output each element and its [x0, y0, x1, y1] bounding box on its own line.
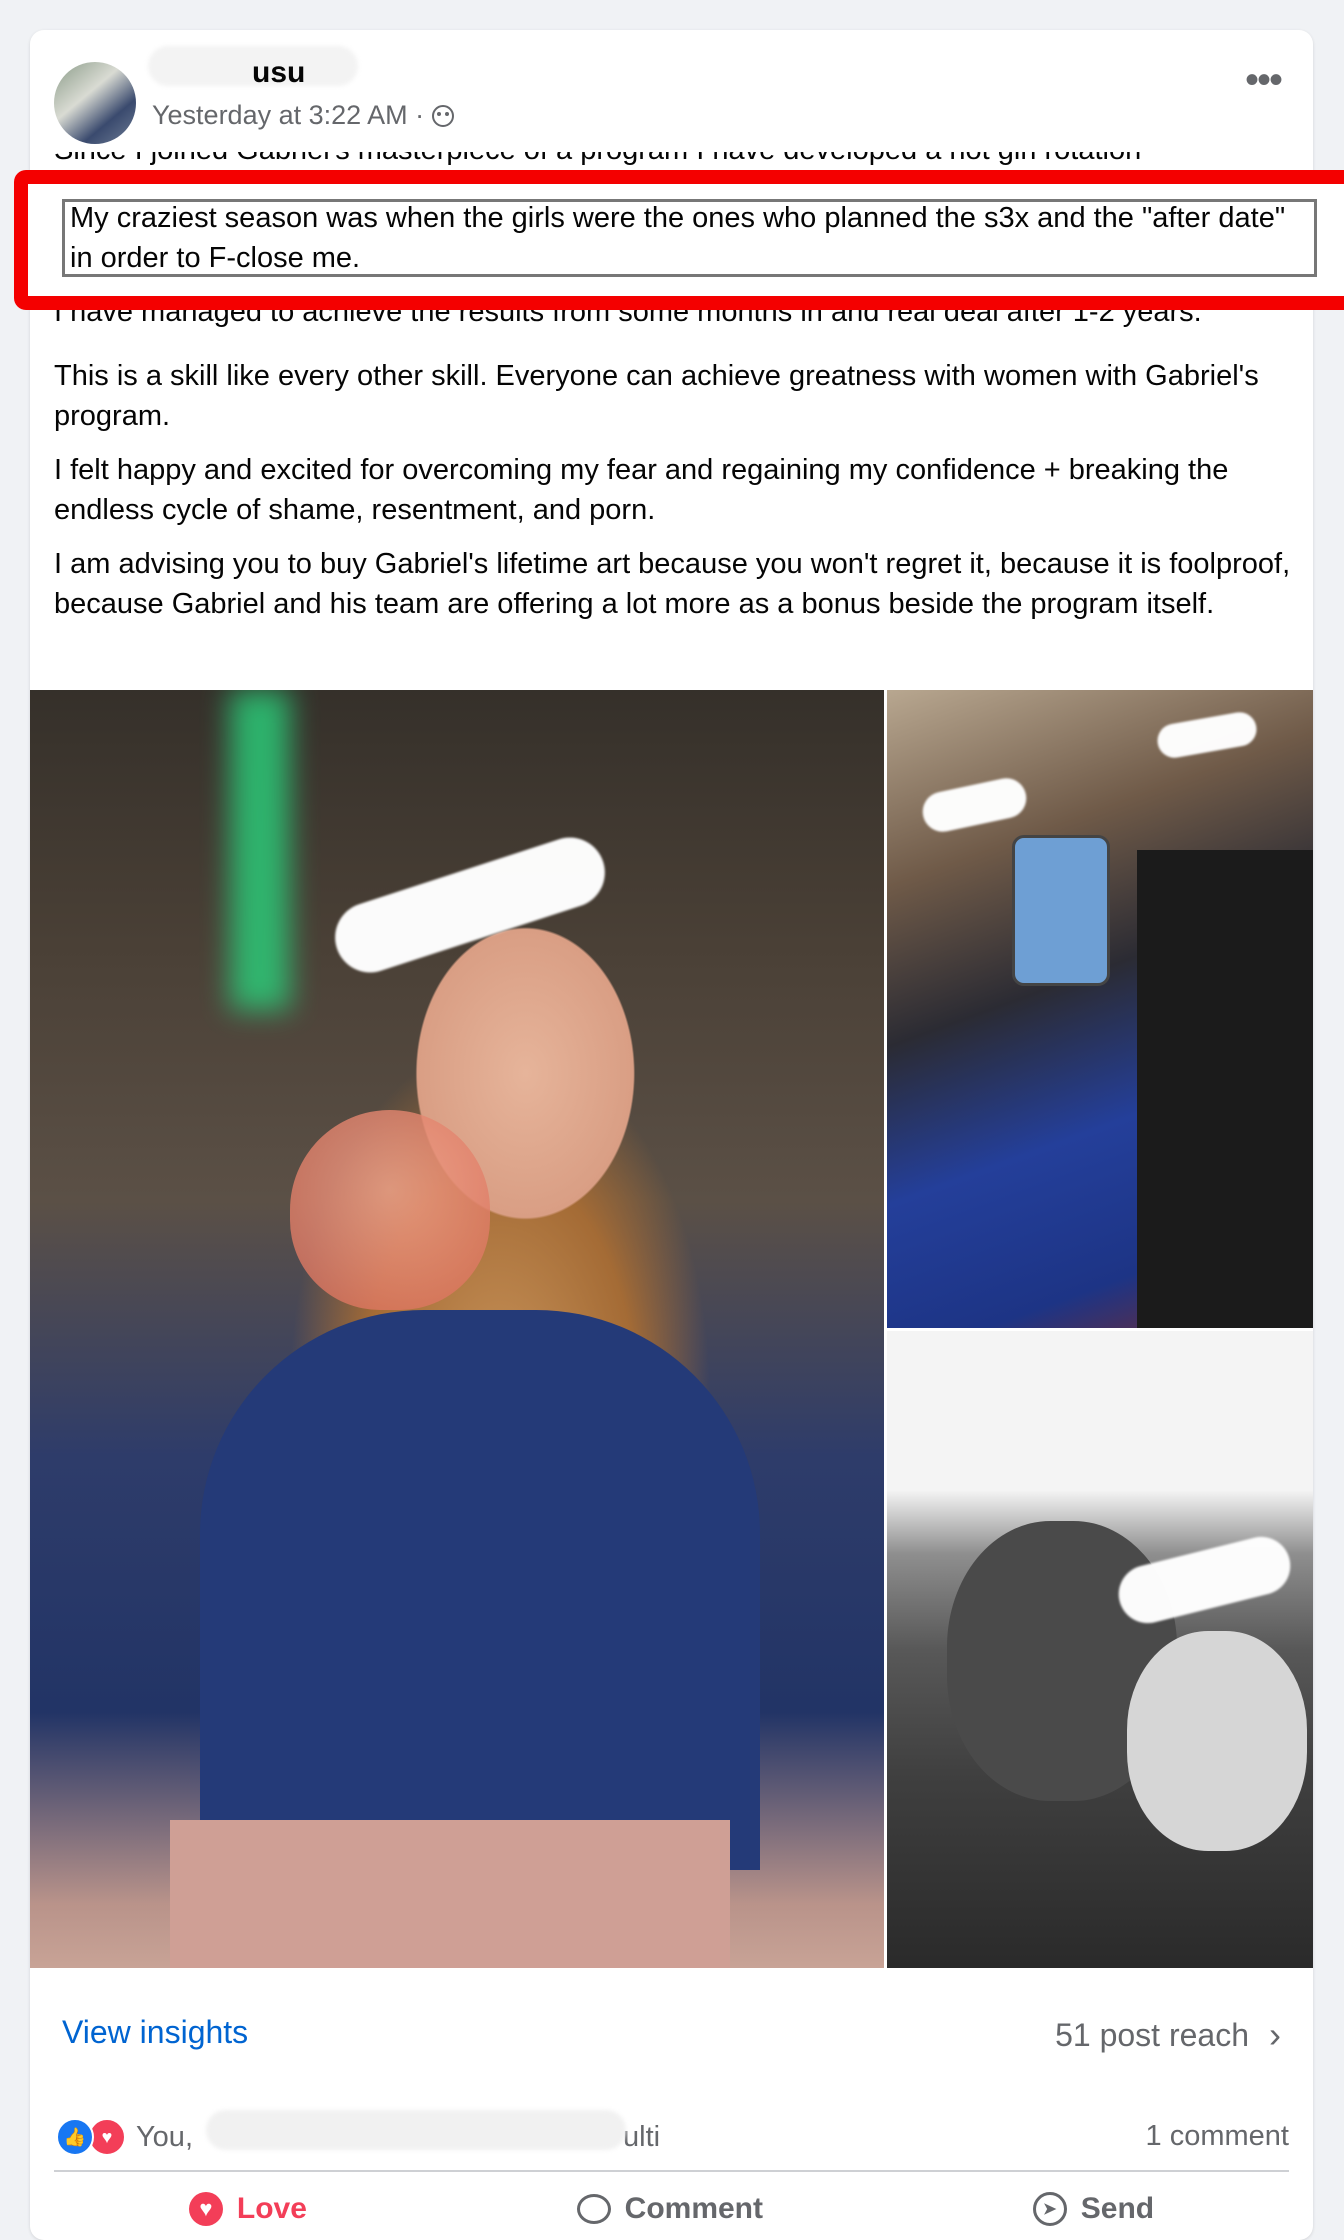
reactions-names-suffix[interactable]: ulti	[623, 2121, 660, 2154]
like-icon: 👍	[56, 2118, 94, 2156]
face-blur	[326, 828, 614, 982]
messenger-icon: ➤	[1032, 2192, 1067, 2226]
post-text-line-2: I have managed to achieve the results fr…	[54, 310, 1202, 328]
photo-decor	[170, 1820, 730, 1968]
face-blur	[1112, 1530, 1297, 1630]
redacted-names	[206, 2110, 626, 2150]
view-insights-link[interactable]: View insights	[62, 2014, 248, 2051]
send-button[interactable]: ➤ Send	[1032, 2192, 1155, 2226]
photo-decor	[290, 1110, 490, 1310]
more-options-icon[interactable]: •••	[1245, 60, 1283, 100]
comment-button[interactable]: Comment	[576, 2192, 763, 2226]
photo-decor	[200, 1310, 760, 1870]
face-blur	[918, 774, 1031, 836]
post-card: usu Yesterday at 3:22 AM · ••• Since I j…	[14, 30, 1344, 2240]
post-text-line-clipped: Since I joined Gabriel's masterpiece of …	[54, 152, 1294, 172]
highlighted-text: My craziest season was when the girls we…	[70, 202, 1286, 274]
photo-decor	[1137, 850, 1313, 1328]
post-reach[interactable]: 51 post reach ›	[1055, 2014, 1281, 2056]
comment-icon	[576, 2194, 611, 2224]
post-paragraph-3: I am advising you to buy Gabriel's lifet…	[54, 548, 1291, 620]
photo-decor	[1127, 1631, 1307, 1851]
comment-count[interactable]: 1 comment	[1146, 2120, 1289, 2153]
author-avatar[interactable]	[54, 62, 136, 144]
post-photo-1[interactable]	[30, 690, 884, 1968]
post-text-line-1: Since I joined Gabriel's masterpiece of …	[54, 152, 1294, 170]
comment-label: Comment	[624, 2192, 763, 2225]
post-text-line-clipped-2: I have managed to achieve the results fr…	[54, 310, 1294, 334]
chevron-right-icon[interactable]: ›	[1269, 2014, 1281, 2056]
reactions-names-prefix[interactable]: You,	[136, 2121, 193, 2154]
face-blur	[1154, 709, 1260, 761]
timestamp-text[interactable]: Yesterday at 3:22 AM ·	[152, 100, 424, 131]
photo-decor	[230, 690, 290, 1010]
post-timestamp[interactable]: Yesterday at 3:22 AM ·	[152, 100, 455, 131]
author-name[interactable]: usu	[252, 56, 305, 90]
action-bar: ♥ Love Comment ➤ Send	[54, 2178, 1289, 2240]
post-photo-2[interactable]	[887, 690, 1313, 1328]
divider	[54, 2170, 1289, 2172]
heart-icon: ♥	[188, 2192, 223, 2226]
send-label: Send	[1080, 2192, 1155, 2225]
post-photo-3[interactable]	[887, 1331, 1313, 1968]
post-reach-text[interactable]: 51 post reach	[1055, 2017, 1249, 2054]
love-label: Love	[236, 2192, 307, 2225]
globe-icon	[432, 104, 455, 127]
post-paragraph-1: This is a skill like every other skill. …	[54, 360, 1259, 432]
love-button[interactable]: ♥ Love	[188, 2192, 307, 2226]
post-paragraph-2: I felt happy and excited for overcoming …	[54, 454, 1229, 526]
photo-decor	[1012, 835, 1110, 986]
